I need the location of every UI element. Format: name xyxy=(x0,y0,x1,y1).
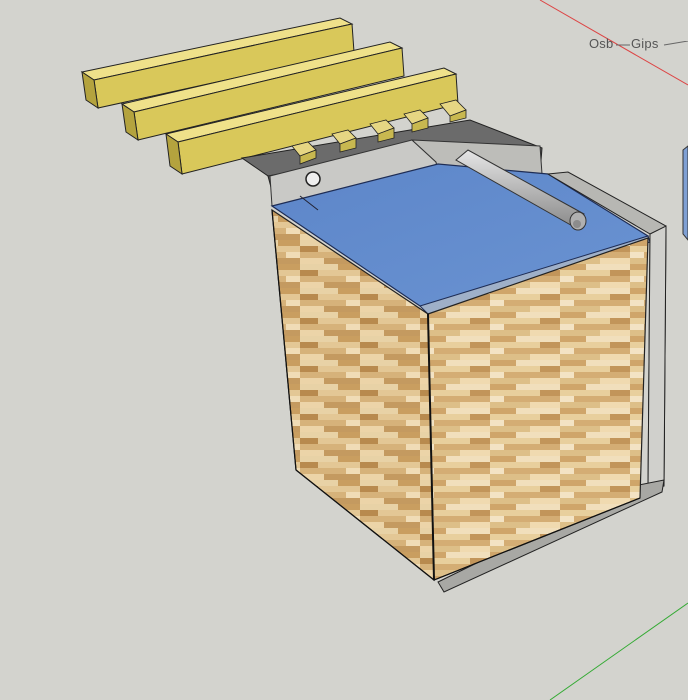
pipe-hole xyxy=(305,171,321,187)
tag-leader-lines xyxy=(616,41,688,46)
partial-object-right xyxy=(682,145,688,241)
green-axis-line xyxy=(549,602,688,700)
model-canvas[interactable] xyxy=(0,0,688,700)
sketchup-viewport[interactable]: Osb Gips xyxy=(0,0,688,700)
tag-label-osb: Osb xyxy=(589,36,614,51)
